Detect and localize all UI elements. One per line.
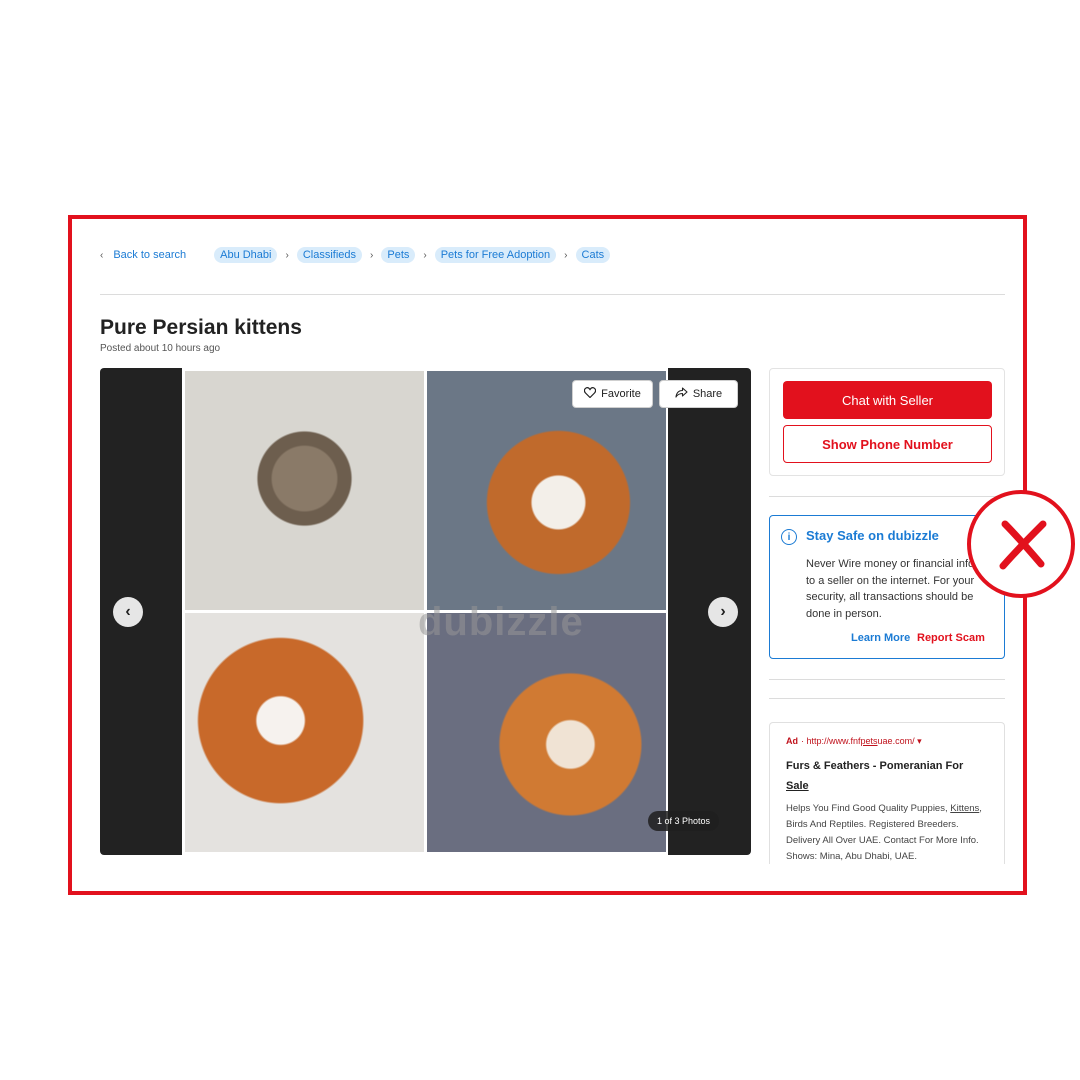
caret-down-icon: ▾ <box>917 736 922 746</box>
next-photo-button[interactable]: › <box>708 597 738 627</box>
divider <box>769 496 1005 497</box>
chevron-left-icon: ‹ <box>125 603 131 620</box>
divider <box>769 698 1005 699</box>
ad-body-first: Helps You Find Good Quality Puppies, <box>786 803 948 814</box>
info-icon: i <box>781 529 797 545</box>
favorite-label: Favorite <box>601 388 641 400</box>
divider <box>769 679 1005 680</box>
photo-gallery[interactable]: dubizzle Favorite Share ‹ › 1 of 3 Photo… <box>100 368 751 855</box>
photo-grid[interactable]: dubizzle <box>182 368 668 855</box>
safety-text: Never Wire money or financial info to a … <box>806 558 975 620</box>
photo-counter: 1 of 3 Photos <box>648 811 720 831</box>
watermark: dubizzle <box>418 600 584 644</box>
breadcrumb: ‹ Back to search Abu Dhabi › Classifieds… <box>100 246 611 264</box>
ad-url-prefix: http://www.fnf <box>806 736 861 746</box>
kitten-photo-3[interactable] <box>185 613 424 852</box>
ad-body-keyword: Kittens <box>950 803 980 814</box>
share-button[interactable]: Share <box>659 380 738 408</box>
contact-card: Chat with Seller Show Phone Number <box>769 368 1005 476</box>
report-scam-link[interactable]: Report Scam <box>917 632 985 644</box>
chat-with-seller-button[interactable]: Chat with Seller <box>783 381 992 419</box>
chevron-left-icon: ‹ <box>100 249 104 261</box>
favorite-button[interactable]: Favorite <box>572 380 653 408</box>
divider <box>100 294 1005 295</box>
ad-label: Ad <box>786 736 798 746</box>
share-label: Share <box>692 388 723 400</box>
breadcrumb-item-cats[interactable]: Cats <box>575 247 611 263</box>
ad-url-keyword: pets <box>860 736 878 746</box>
learn-more-link[interactable]: Learn More <box>851 632 910 644</box>
back-to-search-label: Back to search <box>113 249 187 261</box>
previous-photo-button[interactable]: ‹ <box>113 597 143 627</box>
sponsored-ad[interactable]: Ad · http://www.fnfpetsuae.com/ ▾ Furs & … <box>769 722 1005 864</box>
safety-title: Stay Safe on dubizzle <box>806 528 939 543</box>
chevron-right-icon: › <box>564 249 568 261</box>
ad-title[interactable]: Furs & Feathers - Pomeranian For Sale <box>786 756 986 796</box>
chevron-right-icon: › <box>285 249 289 261</box>
show-phone-number-button[interactable]: Show Phone Number <box>783 425 992 463</box>
breadcrumb-item-classifieds[interactable]: Classifieds <box>296 247 363 263</box>
chevron-right-icon: › <box>370 249 374 261</box>
kitten-photo-1[interactable] <box>185 371 424 610</box>
breadcrumb-item-abu-dhabi[interactable]: Abu Dhabi <box>214 247 278 263</box>
share-icon <box>675 387 688 401</box>
page-title: Pure Persian kittens <box>100 316 302 339</box>
ad-title-main: Furs & Feathers - Pomeranian For <box>786 760 964 772</box>
heart-icon <box>583 387 597 401</box>
ad-title-underlined: Sale <box>786 780 809 792</box>
chevron-right-icon: › <box>423 249 427 261</box>
ad-description: Helps You Find Good Quality Puppies, Kit… <box>786 801 991 864</box>
breadcrumb-item-pets[interactable]: Pets <box>381 247 416 263</box>
ad-url-line[interactable]: Ad · http://www.fnfpetsuae.com/ ▾ <box>786 736 922 747</box>
chevron-right-icon: › <box>720 603 726 620</box>
reject-mark <box>967 490 1075 598</box>
back-to-search-link[interactable]: ‹ Back to search <box>100 249 186 261</box>
breadcrumb-item-pets-for-free-adoption[interactable]: Pets for Free Adoption <box>434 247 557 263</box>
ad-url-suffix: uae.com/ <box>877 736 915 746</box>
posted-time: Posted about 10 hours ago <box>100 343 221 354</box>
kitten-photo-4[interactable] <box>427 613 666 852</box>
